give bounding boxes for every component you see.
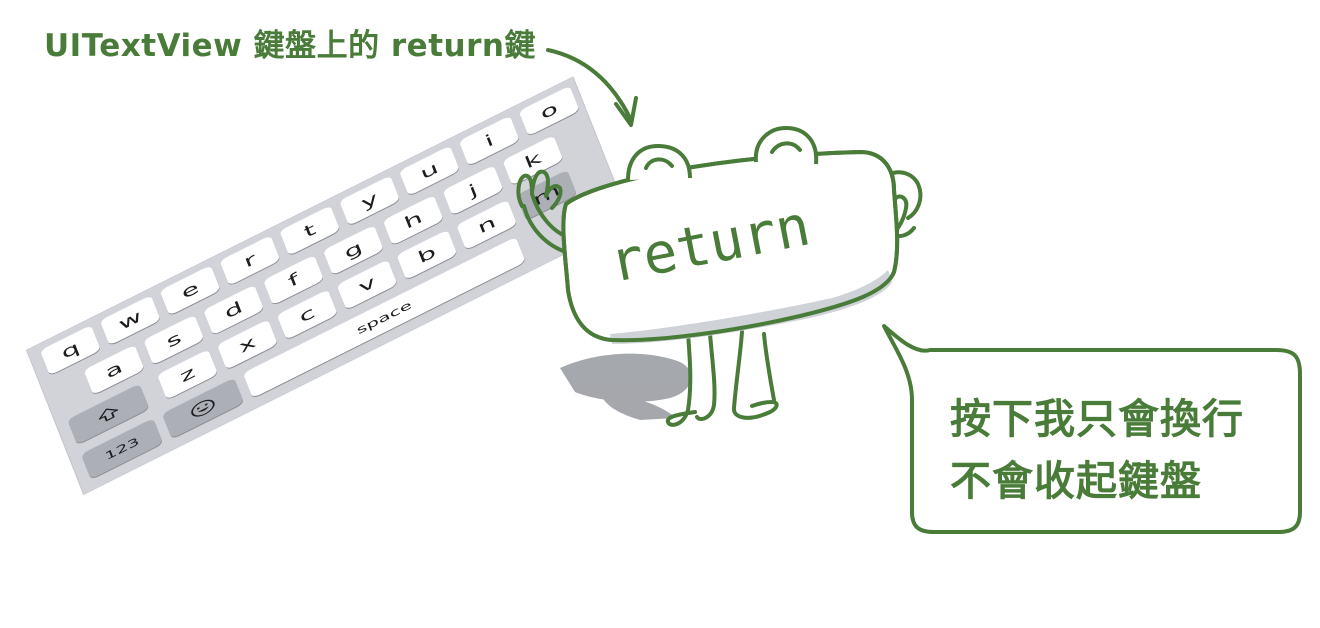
speech-bubble [882,324,1302,534]
speech-line-1: 按下我只會換行 [950,395,1244,443]
speech-bubble-text: 按下我只會換行 不會收起鍵盤 [950,388,1290,512]
speech-line-2: 不會收起鍵盤 [950,457,1202,505]
